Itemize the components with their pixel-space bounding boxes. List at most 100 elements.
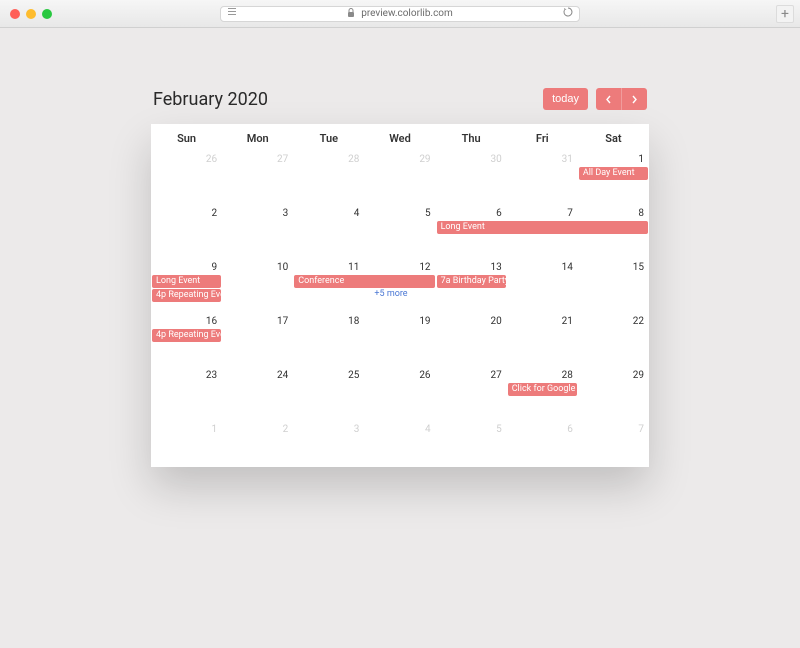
event-pill[interactable]: 4p Repeating Eve	[152, 329, 221, 342]
week-row: 16 17 18 19 20 21 22 4p Repeating Eve	[151, 313, 649, 367]
day-number: 13	[441, 262, 502, 273]
week-row: 23242526272829Click for Google	[151, 367, 649, 421]
calendar-header: February 2020 today	[151, 88, 649, 110]
day-cell[interactable]: 25	[293, 367, 364, 421]
event-pill[interactable]: Conference	[294, 275, 434, 288]
week-row: 26 2728 29 30 31 1 All Day Event	[151, 151, 649, 205]
day-number: 5	[369, 208, 430, 219]
day-number: 8	[583, 208, 644, 219]
day-cell[interactable]: 23	[151, 367, 222, 421]
day-cell[interactable]: 24	[222, 367, 293, 421]
day-number: 1	[156, 424, 217, 435]
day-cell[interactable]: 20	[436, 313, 507, 367]
day-number: 3	[298, 424, 359, 435]
day-cell[interactable]: 19	[364, 313, 435, 367]
day-number: 25	[298, 370, 359, 381]
day-number: 29	[369, 154, 430, 165]
calendar-title: February 2020	[153, 89, 268, 110]
chevron-left-icon	[605, 95, 612, 104]
next-button[interactable]	[622, 88, 647, 110]
day-number: 30	[441, 154, 502, 165]
event-pill[interactable]: 4p Repeating Eve	[152, 289, 221, 302]
day-number: 3	[227, 208, 288, 219]
day-number: 5	[441, 424, 502, 435]
day-cell[interactable]: 6	[507, 421, 578, 467]
reader-icon[interactable]	[227, 7, 237, 20]
day-number: 9	[156, 262, 217, 273]
event-pill[interactable]: Long Event	[437, 221, 648, 234]
calendar-grid: SunMonTueWedThuFriSat 2627282930311All D…	[151, 124, 649, 467]
minimize-window-button[interactable]	[26, 9, 36, 19]
day-number: 21	[512, 316, 573, 327]
day-of-week-label: Tue	[293, 132, 364, 145]
day-number: 7	[512, 208, 573, 219]
day-cell[interactable]: 30	[436, 151, 507, 205]
day-of-week-label: Sat	[578, 132, 649, 145]
day-cell[interactable]: 27	[222, 151, 293, 205]
day-cell[interactable]: 2	[151, 205, 222, 259]
lock-icon	[347, 8, 355, 20]
day-cell[interactable]: 29	[364, 151, 435, 205]
event-pill[interactable]: All Day Event	[579, 167, 648, 180]
day-cell[interactable]: 4	[364, 421, 435, 467]
day-cell[interactable]: 3	[222, 205, 293, 259]
day-number: 24	[227, 370, 288, 381]
nav-button-group	[596, 88, 647, 110]
day-number: 26	[156, 154, 217, 165]
day-cell[interactable]: 2	[222, 421, 293, 467]
day-cell[interactable]: 1	[151, 421, 222, 467]
day-number: 19	[369, 316, 430, 327]
event-pill[interactable]: Long Event	[152, 275, 221, 288]
day-number: 29	[583, 370, 644, 381]
day-number: 31	[512, 154, 573, 165]
day-number: 14	[512, 262, 573, 273]
day-cell[interactable]: 14	[507, 259, 578, 313]
zoom-window-button[interactable]	[42, 9, 52, 19]
more-events-link[interactable]: +5 more	[374, 289, 407, 299]
day-cell[interactable]: 26	[151, 151, 222, 205]
day-cell[interactable]: 5	[436, 421, 507, 467]
day-cell[interactable]: 5	[364, 205, 435, 259]
day-number: 16	[156, 316, 217, 327]
new-tab-button[interactable]: +	[776, 5, 794, 23]
week-row: 9101112131415Long Event4p Repeating EveC…	[151, 259, 649, 313]
day-number: 22	[583, 316, 644, 327]
day-cell[interactable]: 7	[578, 421, 649, 467]
day-number: 6	[512, 424, 573, 435]
day-cell[interactable]: 3	[293, 421, 364, 467]
day-cell[interactable]: 22	[578, 313, 649, 367]
week-row: 2345678 Long Event	[151, 205, 649, 259]
today-button[interactable]: today	[543, 88, 588, 110]
day-number: 1	[583, 154, 644, 165]
day-cell[interactable]: 10	[222, 259, 293, 313]
day-cell[interactable]: 29	[578, 367, 649, 421]
day-cell[interactable]: 18	[293, 313, 364, 367]
day-cell[interactable]: 4	[293, 205, 364, 259]
calendar-controls: today	[543, 88, 647, 110]
day-number: 4	[298, 208, 359, 219]
day-cell[interactable]: 21	[507, 313, 578, 367]
day-cell[interactable]: 17	[222, 313, 293, 367]
event-pill[interactable]: Click for Google	[508, 383, 577, 396]
day-of-week-label: Mon	[222, 132, 293, 145]
week-row: 1234567	[151, 421, 649, 467]
reload-icon[interactable]	[563, 7, 573, 20]
day-cell[interactable]: 28	[293, 151, 364, 205]
day-number: 23	[156, 370, 217, 381]
address-bar[interactable]: preview.colorlib.com	[220, 6, 580, 22]
day-number: 6	[441, 208, 502, 219]
day-number: 2	[227, 424, 288, 435]
day-cell[interactable]: 31	[507, 151, 578, 205]
close-window-button[interactable]	[10, 9, 20, 19]
day-cell[interactable]: 27	[436, 367, 507, 421]
day-number: 27	[441, 370, 502, 381]
day-number: 2	[156, 208, 217, 219]
day-number: 12	[369, 262, 430, 273]
day-number: 7	[583, 424, 644, 435]
day-number: 15	[583, 262, 644, 273]
day-cell[interactable]: 15	[578, 259, 649, 313]
prev-button[interactable]	[596, 88, 622, 110]
day-cell[interactable]: 26	[364, 367, 435, 421]
event-pill[interactable]: 7a Birthday Party	[437, 275, 506, 288]
day-number: 18	[298, 316, 359, 327]
